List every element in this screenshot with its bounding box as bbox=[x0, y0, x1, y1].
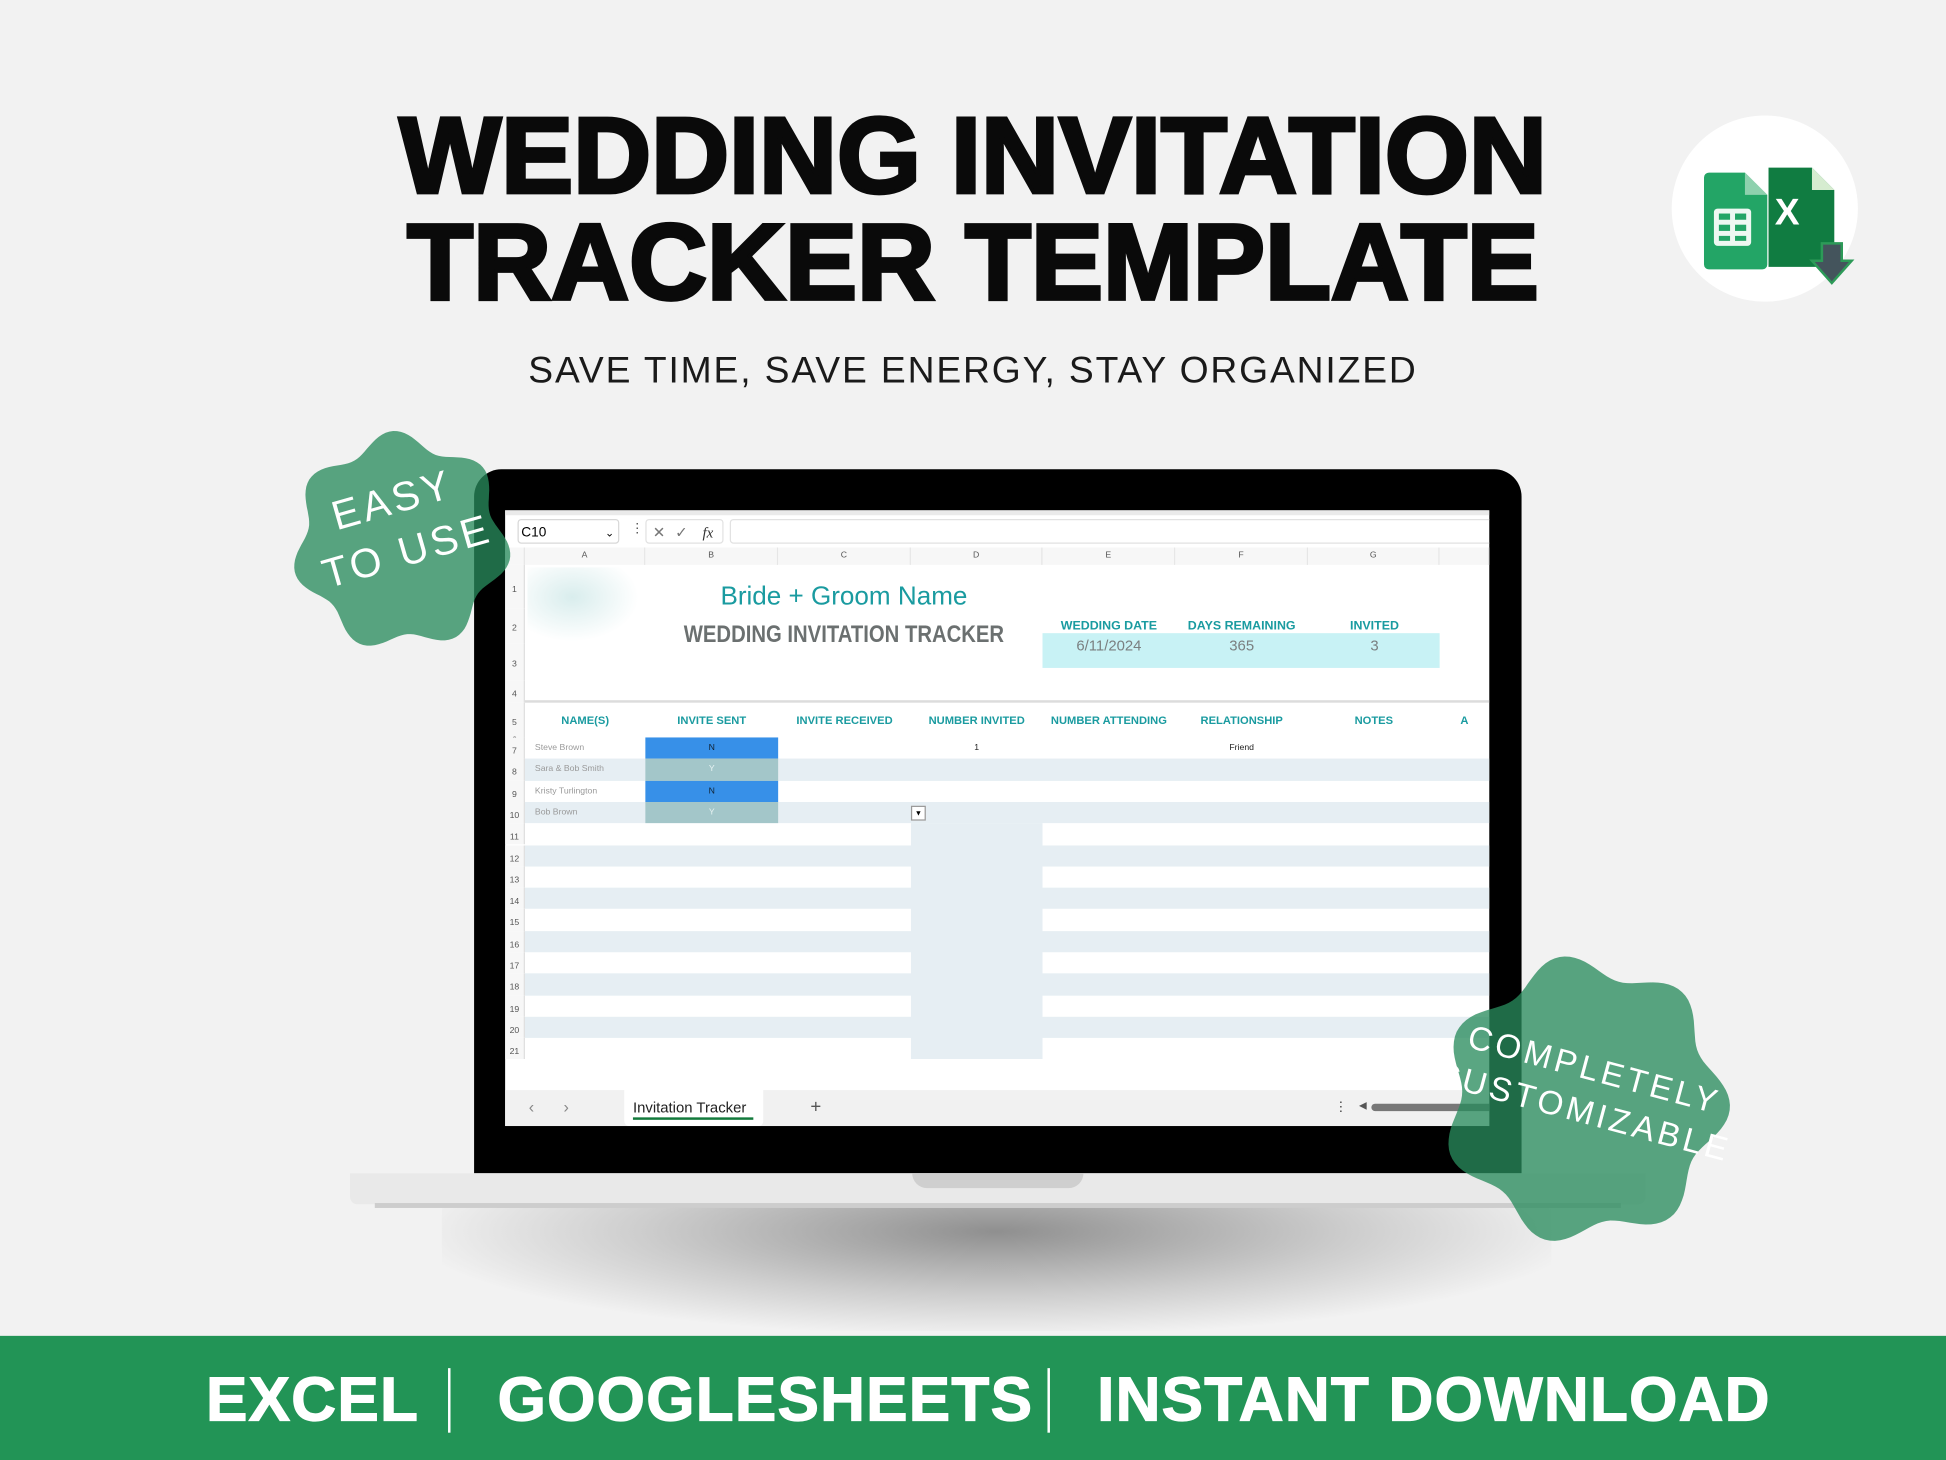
badges-layer bbox=[294, 431, 1730, 1241]
banner-instant-download: INSTANT DOWNLOAD bbox=[1096, 1364, 1771, 1434]
banner-divider bbox=[448, 1368, 451, 1433]
banner-divider bbox=[1047, 1368, 1050, 1433]
promo-canvas: WEDDING INVITATION TRACKER TEMPLATE SAVE… bbox=[0, 0, 1946, 1460]
banner-googlesheets: GOOGLESHEETS bbox=[497, 1364, 1034, 1434]
banner-excel: EXCEL bbox=[205, 1364, 420, 1434]
